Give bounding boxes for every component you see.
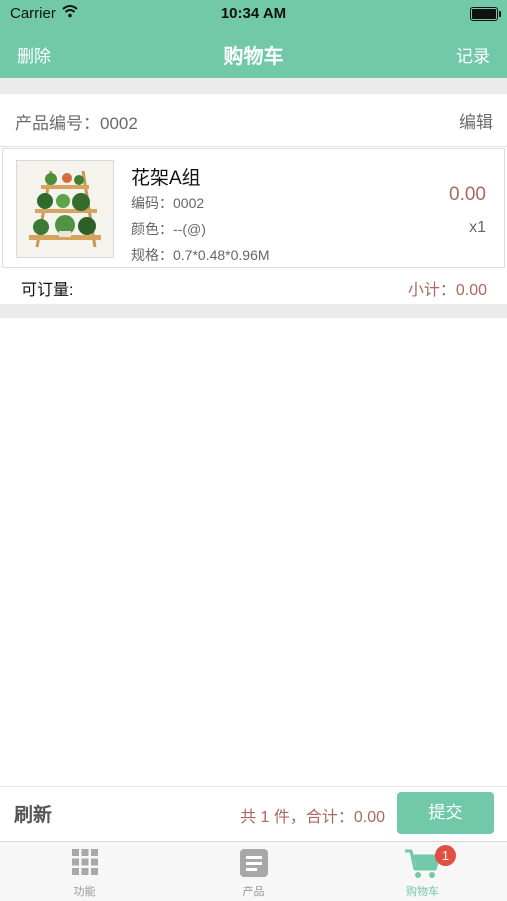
- divider: [0, 78, 507, 94]
- cart-badge: 1: [435, 845, 456, 866]
- tab-cart[interactable]: 1 购物车: [338, 842, 507, 901]
- product-color-line: 颜色：--(@): [131, 221, 206, 237]
- grid-icon: [71, 848, 99, 881]
- divider: [0, 304, 507, 318]
- product-code-line: 编码：0002: [131, 195, 205, 211]
- product-image: [16, 160, 114, 258]
- refresh-button[interactable]: 刷新: [14, 800, 52, 827]
- document-icon: [239, 848, 269, 883]
- cart-product-card: 产品编号：0002 编辑 花架A组 编码：0002 颜色：--(@) 规格：0.…: [0, 94, 507, 304]
- tab-functions[interactable]: 功能: [0, 842, 169, 901]
- tab-label: 产品: [242, 886, 265, 898]
- product-header: 产品编号：0002 编辑: [0, 94, 507, 147]
- tab-label: 功能: [73, 886, 96, 898]
- status-bar: Carrier 10:34 AM: [0, 0, 507, 28]
- product-code: 产品编号：0002: [15, 114, 138, 133]
- product-spec-line: 规格：0.7*0.48*0.96M: [131, 247, 270, 263]
- edit-button[interactable]: 编辑: [459, 108, 493, 133]
- product-price: 0.00: [449, 184, 486, 205]
- tab-label: 购物车: [406, 886, 439, 898]
- subtotal: 小计：0.00: [407, 282, 487, 299]
- battery-icon: [470, 7, 501, 21]
- clock: 10:34 AM: [220, 5, 287, 22]
- checkout-bar: 刷新 共 1 件，合计：0.00 提交: [0, 786, 507, 841]
- product-name: 花架A组: [131, 168, 201, 189]
- cart-total: 共 1 件，合计：0.00: [240, 809, 385, 826]
- records-button[interactable]: 记录: [456, 42, 490, 67]
- page-title: 购物车: [223, 46, 284, 68]
- nav-bar: 删除 购物车 记录: [0, 28, 507, 78]
- tab-products[interactable]: 产品: [169, 842, 338, 901]
- product-quantity: x1: [469, 219, 486, 236]
- tab-bar: 功能 产品 1 购物车: [0, 841, 507, 901]
- submit-button[interactable]: 提交: [397, 792, 494, 834]
- cart-item[interactable]: 花架A组 编码：0002 颜色：--(@) 规格：0.7*0.48*0.96M …: [2, 148, 505, 268]
- order-row: 可订量: 小计：0.00: [0, 268, 507, 304]
- orderable-label: 可订量:: [21, 282, 74, 299]
